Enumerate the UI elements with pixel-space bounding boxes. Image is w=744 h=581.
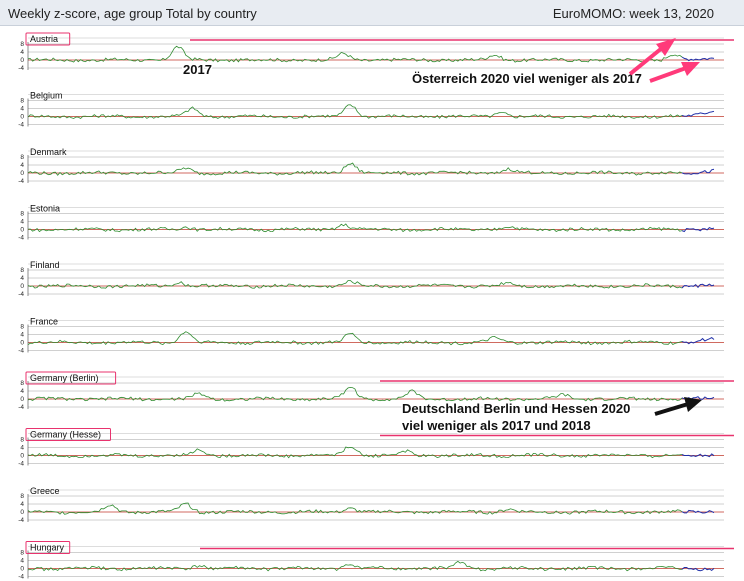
y-tick-label: 4 <box>20 275 24 282</box>
y-tick-label: 4 <box>20 501 24 508</box>
country-label: Germany (Hesse) <box>30 430 101 440</box>
series-line <box>27 223 683 233</box>
arrow-austria-lower <box>649 62 700 83</box>
panel-hungary: 840-4 Hungary <box>18 541 734 581</box>
arrow-austria-upper <box>628 38 676 76</box>
y-tick-label: -4 <box>18 178 24 185</box>
y-tick-label: 0 <box>20 283 24 290</box>
y-tick-label: 0 <box>20 566 24 573</box>
country-label: Denmark <box>30 147 67 157</box>
country-label: Greece <box>30 486 60 496</box>
y-tick-label: 0 <box>20 170 24 177</box>
y-tick-label: 4 <box>20 388 24 395</box>
series-line <box>27 560 683 572</box>
y-tick-label: 4 <box>20 219 24 226</box>
y-tick-label: -4 <box>18 122 24 129</box>
header: Weekly z-score, age group Total by count… <box>0 0 744 26</box>
y-tick-label: 8 <box>20 98 24 105</box>
series-line-recent <box>681 567 715 572</box>
country-label: Hungary <box>30 543 65 553</box>
country-label: Belgium <box>30 91 63 101</box>
y-tick-label: 8 <box>20 41 24 48</box>
y-tick-label: 4 <box>20 162 24 169</box>
y-tick-label: 8 <box>20 380 24 387</box>
y-tick-label: 8 <box>20 550 24 557</box>
y-tick-label: 8 <box>20 154 24 161</box>
annotation-germany-line2: viel weniger als 2017 und 2018 <box>402 418 591 433</box>
series-line <box>27 502 683 515</box>
y-tick-label: 0 <box>20 114 24 121</box>
y-tick-label: 4 <box>20 558 24 565</box>
small-multiples-chart: 840-4Austria840-4Belgium840-4Denmark840-… <box>18 32 734 581</box>
y-tick-label: 8 <box>20 324 24 331</box>
panel-greece: 840-4 Greece <box>18 486 724 524</box>
y-tick-label: 0 <box>20 227 24 234</box>
country-label: Estonia <box>30 204 60 214</box>
panel-austria: 840-4 Austria <box>18 32 734 72</box>
series-line-recent <box>681 110 715 117</box>
y-tick-label: 8 <box>20 267 24 274</box>
y-tick-label: 0 <box>20 340 24 347</box>
country-label: Finland <box>30 260 60 270</box>
y-tick-label: 0 <box>20 509 24 516</box>
y-tick-label: 4 <box>20 106 24 113</box>
y-tick-label: 0 <box>20 453 24 460</box>
y-tick-label: 4 <box>20 49 24 56</box>
annotation-austria: Österreich 2020 viel weniger als 2017 <box>412 71 642 86</box>
chart-title: Weekly z-score, age group Total by count… <box>8 6 257 21</box>
week-label: EuroMOMO: week 13, 2020 <box>552 6 714 21</box>
y-tick-label: -4 <box>18 348 24 355</box>
y-tick-label: -4 <box>18 291 24 298</box>
panel-estonia: 840-4 Estonia <box>18 204 724 242</box>
y-tick-label: 4 <box>20 445 24 452</box>
panel-germany-hesse-: 840-4 Germany (Hesse) <box>18 428 734 468</box>
y-tick-label: 8 <box>20 437 24 444</box>
y-tick-label: 0 <box>20 396 24 403</box>
annotation-2017: 2017 <box>183 62 212 77</box>
country-label: Austria <box>30 34 58 44</box>
series-line <box>27 280 683 289</box>
y-tick-label: 8 <box>20 493 24 500</box>
y-tick-label: 8 <box>20 211 24 218</box>
annotation-layer: 2017 Österreich 2020 viel weniger als 20… <box>182 38 702 435</box>
y-tick-label: -4 <box>18 235 24 242</box>
y-tick-label: -4 <box>18 517 24 524</box>
y-tick-label: -4 <box>18 404 24 411</box>
y-tick-label: -4 <box>18 574 24 581</box>
series-line-recent <box>681 168 715 175</box>
panel-belgium: 840-4 Belgium <box>18 91 724 129</box>
panels-group: 840-4Austria840-4Belgium840-4Denmark840-… <box>18 32 734 581</box>
panel-france: 840-4 France <box>18 317 724 355</box>
y-tick-label: -4 <box>18 461 24 468</box>
country-label: France <box>30 317 58 327</box>
panel-finland: 840-4 Finland <box>18 260 724 298</box>
y-tick-label: -4 <box>18 65 24 72</box>
annotation-germany-line1: Deutschland Berlin und Hessen 2020 <box>402 401 630 416</box>
y-tick-label: 0 <box>20 57 24 64</box>
y-tick-label: 4 <box>20 332 24 339</box>
panel-denmark: 840-4 Denmark <box>18 147 724 185</box>
series-line <box>27 446 683 459</box>
arrow-germany <box>654 397 702 416</box>
country-label: Germany (Berlin) <box>30 373 99 383</box>
